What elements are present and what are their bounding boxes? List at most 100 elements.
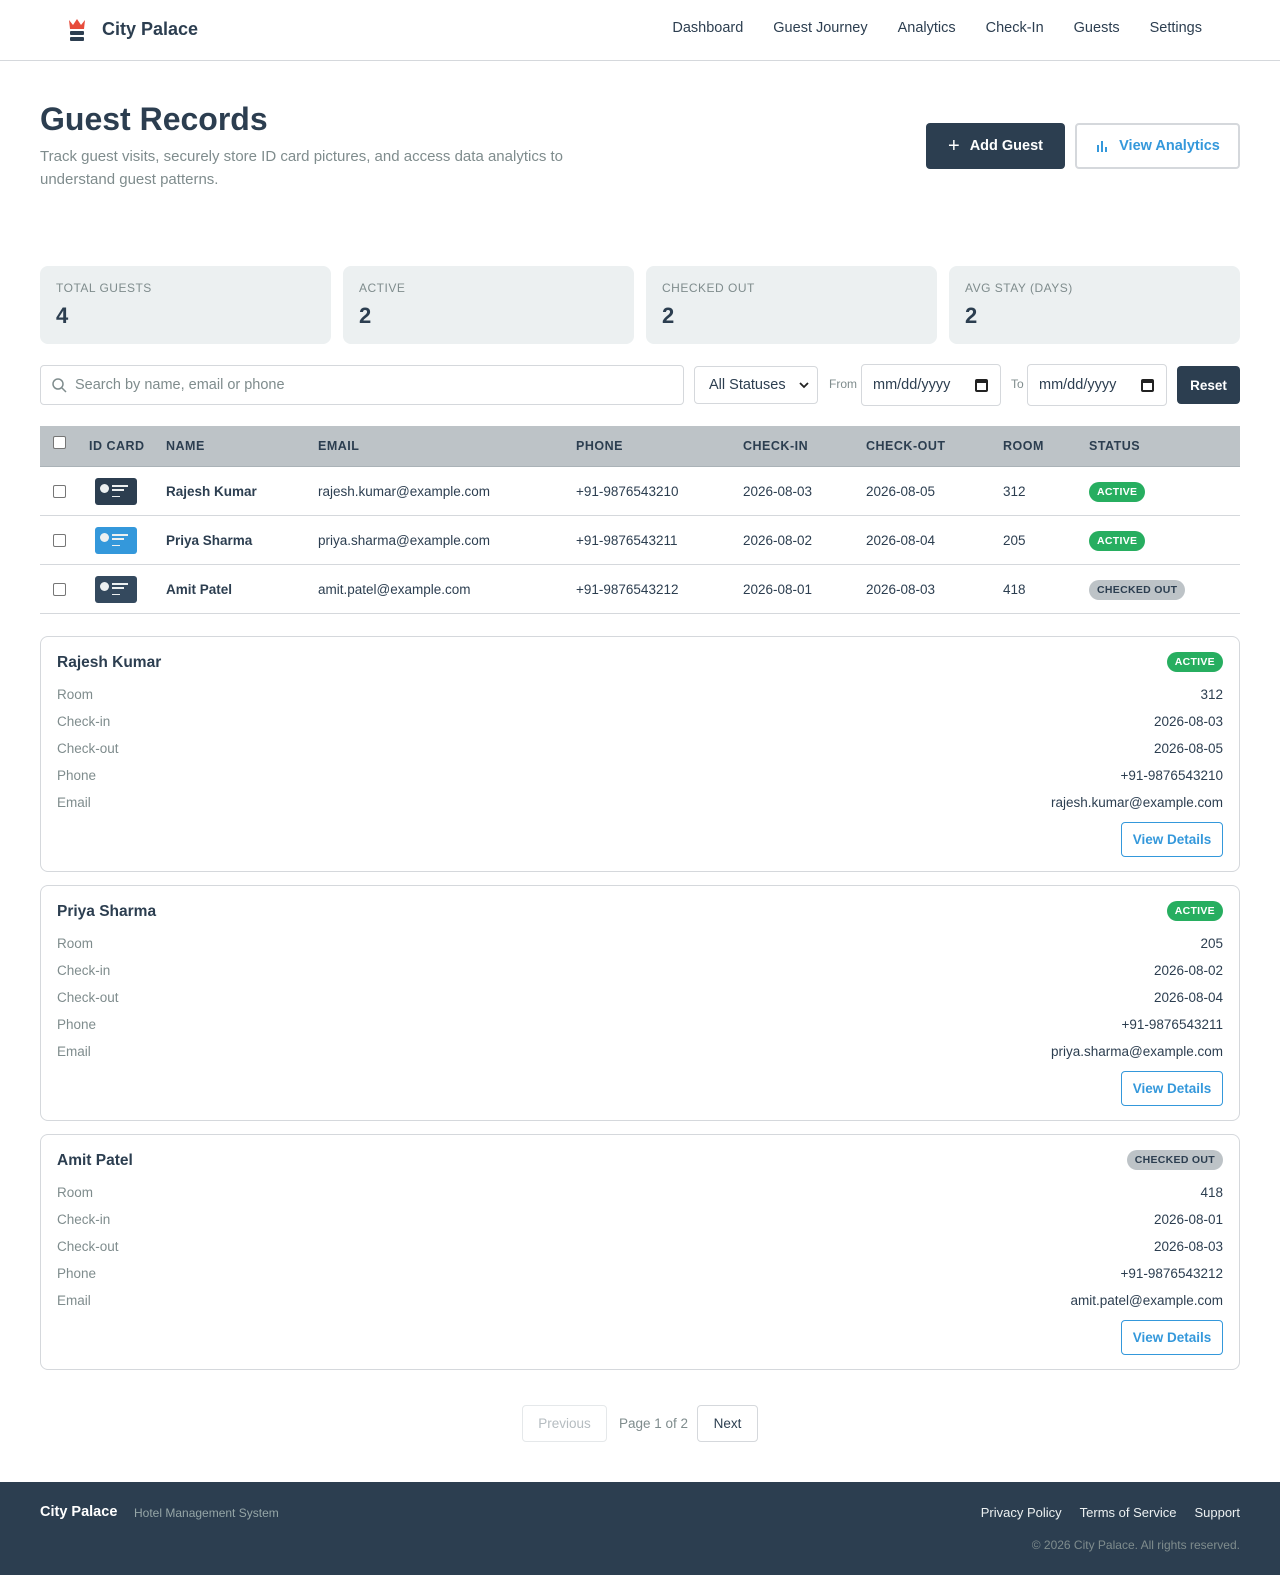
card-key: Email — [57, 1293, 91, 1308]
card-key: Check-in — [57, 714, 111, 729]
card-row-phone: Phone +91-9876543212 — [57, 1266, 1223, 1284]
col-check-in: CHECK-IN — [743, 439, 809, 453]
id-card-line — [112, 534, 128, 536]
id-card-line — [112, 583, 128, 585]
stat-value: 4 — [56, 303, 69, 328]
chevron-down-icon — [799, 382, 809, 389]
card-value: 2026-08-03 — [1153, 714, 1223, 729]
calendar-icon[interactable] — [975, 378, 988, 392]
id-card-line — [112, 538, 124, 540]
row-email: amit.patel@example.com — [318, 582, 471, 597]
footer-link-support[interactable]: Support — [1194, 1505, 1240, 1520]
card-value: 2026-08-01 — [1153, 1212, 1223, 1227]
stat-label: ACTIVE — [359, 281, 406, 295]
stat-value: 2 — [965, 303, 978, 328]
stat-avg-stay: AVG STAY (DAYS) 2 — [949, 266, 1240, 344]
status-select[interactable]: All Statuses — [694, 366, 818, 404]
footer-link-privacy[interactable]: Privacy Policy — [981, 1505, 1062, 1520]
row-check-in: 2026-08-02 — [743, 533, 813, 548]
card-key: Check-in — [57, 1212, 111, 1227]
row-check-in: 2026-08-01 — [743, 582, 813, 597]
card-row-phone: Phone +91-9876543211 — [57, 1017, 1223, 1035]
nav-check-in[interactable]: Check-In — [986, 20, 1044, 36]
card-guest-name: Priya Sharma — [57, 903, 157, 920]
calendar-icon[interactable] — [1141, 378, 1154, 392]
row-phone: +91-9876543210 — [576, 484, 679, 499]
to-date-input[interactable]: mm/dd/yyyy — [1027, 364, 1167, 406]
nav-guest-journey[interactable]: Guest Journey — [773, 20, 867, 36]
card-row-room: Room 205 — [57, 936, 1223, 954]
row-checkbox[interactable] — [53, 485, 66, 498]
status-badge: CHECKED OUT — [1089, 580, 1186, 600]
page-title: Guest Records — [40, 101, 268, 137]
add-guest-button[interactable]: + Add Guest — [926, 123, 1065, 169]
brand[interactable]: City Palace — [66, 16, 198, 42]
id-card-thumbnail[interactable] — [95, 527, 137, 554]
card-value: priya.sharma@example.com — [1050, 1044, 1223, 1059]
card-value: 418 — [1200, 1185, 1223, 1200]
row-check-out: 2026-08-05 — [866, 484, 936, 499]
col-name: NAME — [166, 439, 205, 453]
table-row[interactable]: Priya Sharma priya.sharma@example.com +9… — [40, 516, 1240, 565]
id-card-line — [112, 545, 120, 546]
search-input[interactable] — [75, 377, 655, 393]
row-name: Priya Sharma — [166, 533, 253, 548]
nav-dashboard[interactable]: Dashboard — [672, 20, 743, 36]
nav-settings[interactable]: Settings — [1150, 20, 1202, 36]
card-key: Check-out — [57, 1239, 119, 1254]
stat-active: ACTIVE 2 — [343, 266, 634, 344]
row-checkbox[interactable] — [53, 534, 66, 547]
to-date-placeholder: mm/dd/yyyy — [1039, 377, 1117, 393]
card-row-room: Room 312 — [57, 687, 1223, 705]
table-row[interactable]: Amit Patel amit.patel@example.com +91-98… — [40, 565, 1240, 614]
row-checkbox[interactable] — [53, 583, 66, 596]
nav-links: Dashboard Guest Journey Analytics Check-… — [642, 20, 1202, 36]
id-card-thumbnail[interactable] — [95, 478, 137, 505]
stat-label: TOTAL GUESTS — [56, 281, 152, 295]
card-row-check-in: Check-in 2026-08-01 — [57, 1212, 1223, 1230]
row-room: 418 — [1003, 582, 1026, 597]
card-value: +91-9876543211 — [1121, 1017, 1223, 1032]
from-date-input[interactable]: mm/dd/yyyy — [861, 364, 1001, 406]
id-card-photo — [100, 533, 109, 542]
footer-link-terms[interactable]: Terms of Service — [1080, 1505, 1177, 1520]
col-check-out: CHECK-OUT — [866, 439, 946, 453]
id-card-thumbnail[interactable] — [95, 576, 137, 603]
row-phone: +91-9876543212 — [576, 582, 679, 597]
row-check-out: 2026-08-04 — [866, 533, 936, 548]
crown-icon — [69, 19, 85, 41]
previous-page-button[interactable]: Previous — [522, 1405, 607, 1442]
view-details-button[interactable]: View Details — [1121, 822, 1223, 857]
nav-guests[interactable]: Guests — [1074, 20, 1120, 36]
footer: City Palace Hotel Management System Priv… — [0, 1482, 1280, 1575]
card-key: Email — [57, 1044, 91, 1059]
status-badge: ACTIVE — [1089, 531, 1146, 551]
search-box — [40, 365, 684, 405]
bar-chart-icon — [1097, 141, 1108, 152]
view-analytics-button[interactable]: View Analytics — [1075, 123, 1240, 169]
add-guest-label: Add Guest — [969, 138, 1043, 154]
row-email: priya.sharma@example.com — [318, 533, 491, 548]
id-card-line — [112, 485, 128, 487]
id-card-line — [112, 594, 120, 595]
col-email: EMAIL — [318, 439, 360, 453]
from-label: From — [829, 377, 857, 391]
status-badge: CHECKED OUT — [1126, 1150, 1223, 1170]
card-value: +91-9876543210 — [1120, 768, 1223, 783]
view-details-button[interactable]: View Details — [1121, 1071, 1223, 1106]
stat-total-guests: TOTAL GUESTS 4 — [40, 266, 331, 344]
card-key: Room — [57, 936, 94, 951]
view-details-button[interactable]: View Details — [1121, 1320, 1223, 1355]
guest-table: ID CARD NAME EMAIL PHONE CHECK-IN CHECK-… — [40, 426, 1240, 614]
reset-button[interactable]: Reset — [1177, 366, 1240, 404]
next-page-button[interactable]: Next — [697, 1405, 758, 1442]
col-id-card: ID CARD — [89, 439, 145, 453]
table-row[interactable]: Rajesh Kumar rajesh.kumar@example.com +9… — [40, 467, 1240, 516]
select-all-checkbox[interactable] — [53, 436, 66, 449]
row-check-out: 2026-08-03 — [866, 582, 936, 597]
search-icon — [52, 377, 67, 393]
nav-analytics[interactable]: Analytics — [898, 20, 956, 36]
card-value: 205 — [1200, 936, 1223, 951]
col-room: ROOM — [1003, 439, 1044, 453]
stat-checked-out: CHECKED OUT 2 — [646, 266, 937, 344]
